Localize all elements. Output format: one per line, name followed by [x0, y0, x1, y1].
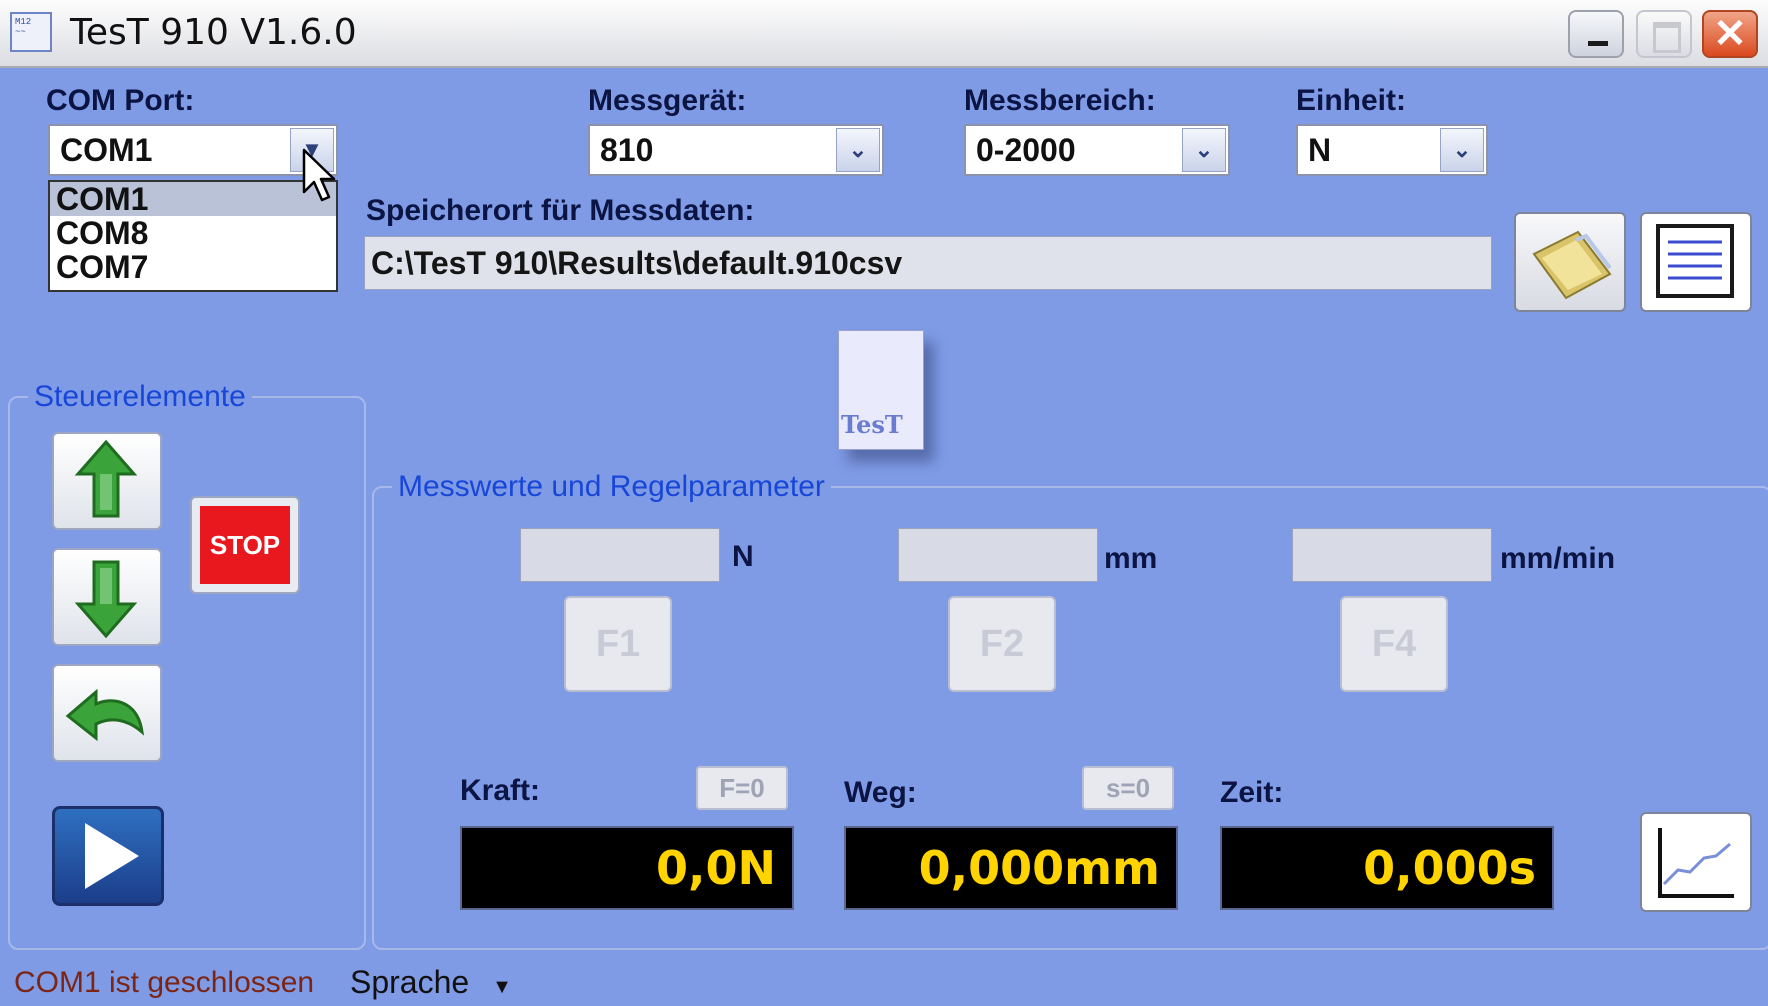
messbereich-label: Messbereich:: [964, 84, 1156, 117]
connection-status: COM1 ist geschlossen: [14, 966, 315, 999]
dropdown-arrow-icon: ▼: [492, 976, 512, 998]
messbereich-select[interactable]: 0-2000 ⌄: [964, 124, 1230, 176]
com-port-value: COM1: [60, 132, 153, 168]
graph-icon: [1658, 828, 1734, 898]
move-up-button[interactable]: [52, 432, 162, 530]
f4-button[interactable]: F4: [1340, 596, 1448, 692]
f2-button[interactable]: F2: [948, 596, 1056, 692]
einheit-value: N: [1308, 132, 1332, 168]
force-display: 0,0N: [460, 826, 794, 910]
com-port-select[interactable]: COM1 ▼: [48, 124, 338, 176]
com-port-dropdown-list: COM1 COM8 COM7: [48, 180, 338, 292]
chevron-down-icon: ⌄: [1452, 137, 1472, 162]
minimize-button[interactable]: [1568, 10, 1624, 58]
return-arrow-icon: [65, 688, 145, 742]
save-path-field[interactable]: C:\TesT 910\Results\default.910csv: [364, 236, 1492, 290]
close-button[interactable]: ✕: [1702, 10, 1758, 58]
force-zero-button[interactable]: F=0: [696, 766, 788, 810]
browse-folder-button[interactable]: [1514, 212, 1626, 312]
window-title: TesT 910 V1.6.0: [70, 12, 357, 53]
app-icon: M12 ~~: [10, 12, 52, 52]
f1-button[interactable]: F1: [564, 596, 672, 692]
logo-text: TesT: [841, 410, 903, 439]
zeit-label: Zeit:: [1220, 776, 1284, 809]
einheit-label: Einheit:: [1296, 84, 1406, 117]
distance-zero-button[interactable]: s=0: [1082, 766, 1174, 810]
folder-icon: [1532, 230, 1612, 300]
move-down-button[interactable]: [52, 548, 162, 646]
dropdown-option-com7[interactable]: COM7: [50, 250, 336, 284]
force-unit-label: N: [732, 540, 754, 573]
steuerelemente-title: Steuerelemente: [28, 380, 252, 414]
messgeraet-value: 810: [600, 132, 654, 168]
list-icon: [1656, 224, 1734, 298]
language-label: Sprache: [350, 964, 470, 1000]
com-port-label: COM Port:: [46, 84, 195, 117]
close-icon: ✕: [1713, 12, 1747, 56]
list-view-button[interactable]: [1640, 212, 1752, 312]
language-menu[interactable]: Sprache ▼: [350, 964, 512, 1001]
messwerte-title: Messwerte und Regelparameter: [392, 470, 831, 504]
time-display: 0,000s: [1220, 826, 1554, 910]
arrow-down-icon: [74, 560, 138, 639]
arrow-up-icon: [74, 439, 138, 518]
einheit-select[interactable]: N ⌄: [1296, 124, 1488, 176]
return-button[interactable]: [52, 664, 162, 762]
distance-display: 0,000mm: [844, 826, 1178, 910]
play-button[interactable]: [52, 806, 164, 906]
stop-label: STOP: [200, 506, 290, 584]
speed-unit-label: mm/min: [1500, 542, 1616, 575]
dropdown-option-com8[interactable]: COM8: [50, 216, 336, 250]
mouse-cursor-icon: [302, 148, 336, 202]
distance-setpoint-field[interactable]: [898, 528, 1098, 582]
chevron-down-icon: ⌄: [1194, 137, 1214, 162]
graph-button[interactable]: [1640, 812, 1752, 912]
speicherort-label: Speicherort für Messdaten:: [366, 194, 755, 227]
test-logo: TesT: [838, 330, 924, 450]
app-window: M12 ~~ TesT 910 V1.6.0 ✕ COM Port: Messg…: [0, 0, 1768, 1006]
messgeraet-dropdown-button[interactable]: ⌄: [836, 128, 880, 172]
force-setpoint-field[interactable]: [520, 528, 720, 582]
speed-setpoint-field[interactable]: [1292, 528, 1492, 582]
messbereich-value: 0-2000: [976, 132, 1076, 168]
play-icon: [85, 823, 139, 889]
chevron-down-icon: ⌄: [848, 137, 868, 162]
messgeraet-select[interactable]: 810 ⌄: [588, 124, 884, 176]
messgeraet-label: Messgerät:: [588, 84, 747, 117]
einheit-dropdown-button[interactable]: ⌄: [1440, 128, 1484, 172]
maximize-button[interactable]: [1636, 10, 1692, 58]
dropdown-option-com1[interactable]: COM1: [50, 182, 336, 216]
weg-label: Weg:: [844, 776, 917, 809]
distance-unit-label: mm: [1104, 542, 1158, 575]
title-bar[interactable]: M12 ~~ TesT 910 V1.6.0 ✕: [0, 0, 1768, 68]
kraft-label: Kraft:: [460, 774, 540, 807]
messbereich-dropdown-button[interactable]: ⌄: [1182, 128, 1226, 172]
stop-button[interactable]: STOP: [190, 496, 300, 594]
